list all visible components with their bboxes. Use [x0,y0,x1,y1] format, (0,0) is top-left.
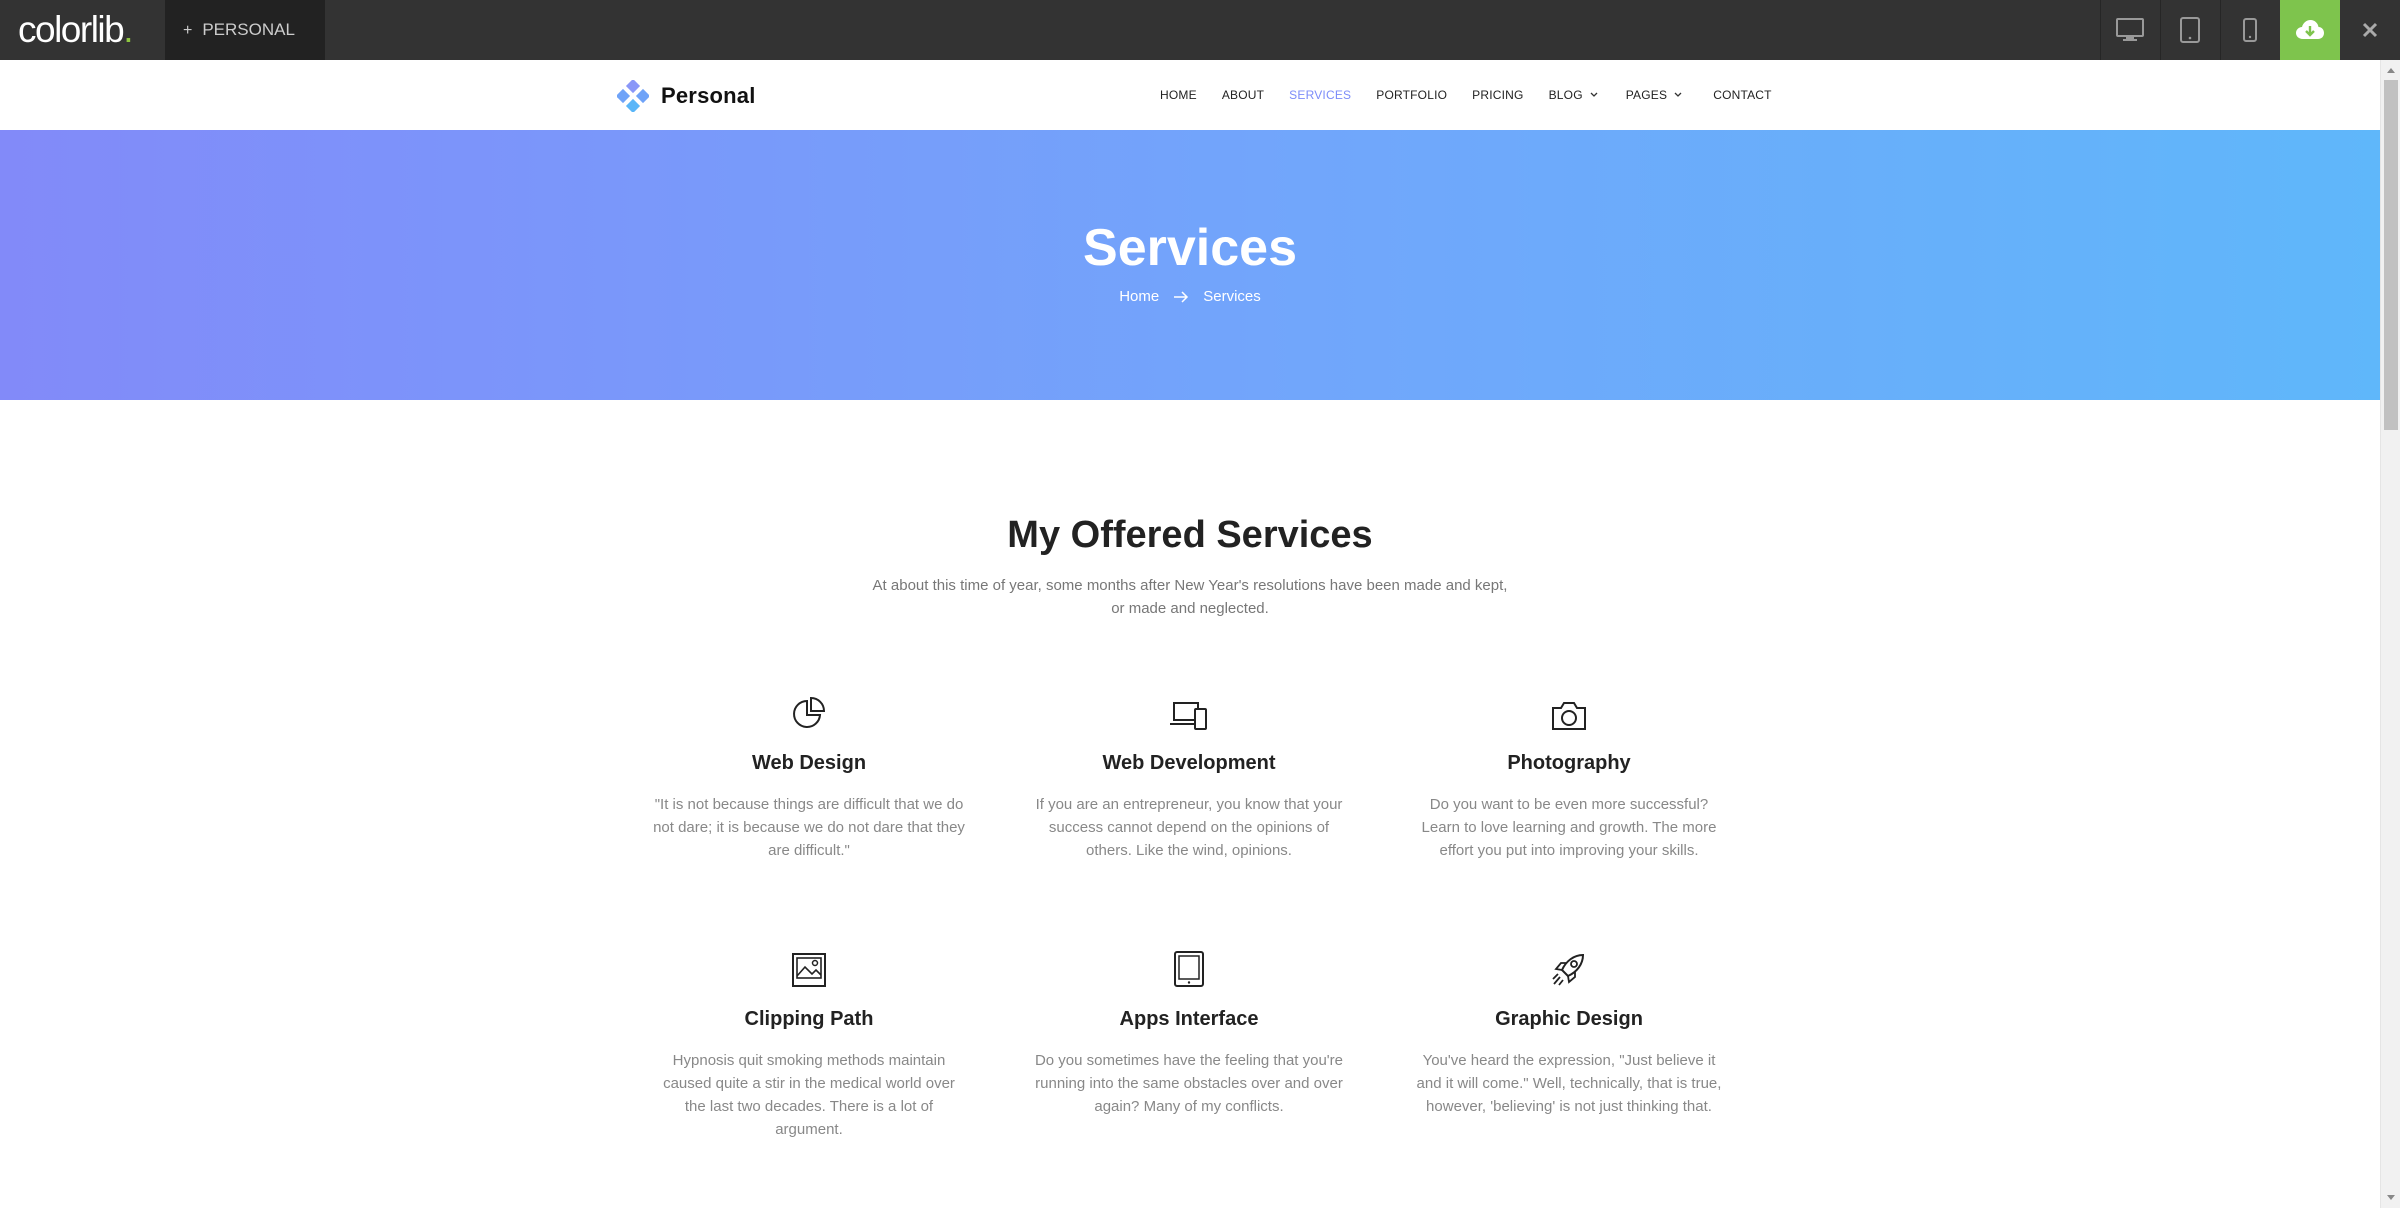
section-subtitle: At about this time of year, some months … [872,577,1508,617]
service-description: If you are an entrepreneur, you know tha… [1035,796,1343,859]
service-card: Web Development If you are an entreprene… [1029,692,1349,862]
cloud-download-icon [2296,20,2324,39]
desktop-icon [2116,18,2144,41]
service-card: Graphic Design You've heard the expressi… [1409,948,1729,1118]
service-title: Photography [1507,752,1631,774]
plus-icon: + [183,22,193,39]
nav-services[interactable]: SERVICES [1289,88,1351,102]
service-description: Hypnosis quit smoking methods maintain c… [663,1052,955,1138]
camera-icon [1409,692,1729,732]
brand[interactable]: Personal [617,80,756,112]
service-title: Web Design [751,752,867,774]
main-nav: HOME ABOUT SERVICES PORTFOLIO PRICING BL… [1160,60,1797,130]
download-button[interactable] [2280,0,2340,60]
scrollbar-thumb[interactable] [2384,80,2398,430]
chevron-down-icon [1590,92,1598,97]
service-title: Apps Interface [1119,1008,1259,1030]
theme-tab[interactable]: + PERSONAL [165,0,325,60]
page-title: Services [1083,219,1297,277]
brand-name: Personal [661,83,756,108]
service-description: Do you want to be even more successful? … [1421,796,1717,859]
nav-pages[interactable]: PAGES [1626,88,1682,102]
mobile-view-button[interactable] [2220,0,2279,60]
service-title: Graphic Design [1495,1008,1643,1030]
colorlib-logo[interactable]: colorlib. [18,8,133,52]
devices-icon [1029,692,1349,732]
arrow-right-icon [1173,290,1189,303]
page-banner: Services Home Services [0,130,2380,400]
service-card: Clipping Path Hypnosis quit smoking meth… [649,948,969,1141]
service-card: Photography Do you want to be even more … [1409,692,1729,862]
breadcrumb: Home Services [0,288,2380,305]
nav-pages-label: PAGES [1625,88,1668,102]
section-title: My Offered Services [1007,514,1373,556]
preview-toolbar: colorlib. + PERSONAL [0,0,2400,60]
service-title: Web Development [1102,752,1276,774]
nav-about[interactable]: ABOUT [1222,88,1264,102]
nav-home[interactable]: HOME [1160,88,1197,102]
rocket-icon [1409,948,1729,988]
scroll-down-arrow-icon[interactable] [2381,1188,2400,1208]
mobile-icon [2243,18,2257,42]
service-description: Do you sometimes have the feeling that y… [1034,1052,1344,1115]
service-card: Apps Interface Do you sometimes have the… [1029,948,1349,1118]
service-description: You've heard the expression, "Just belie… [1416,1052,1722,1115]
site-header: Personal HOME ABOUT SERVICES PORTFOLIO P… [0,60,2380,130]
pie-chart-icon [649,692,969,732]
tablet-icon [2180,17,2200,43]
image-icon [649,948,969,988]
chevron-down-icon [1674,92,1682,97]
nav-portfolio[interactable]: PORTFOLIO [1376,88,1447,102]
service-card: Web Design "It is not because things are… [649,692,969,862]
nav-contact[interactable]: CONTACT [1713,88,1772,102]
close-icon [2362,22,2378,38]
tablet-view-button[interactable] [2160,0,2219,60]
close-button[interactable] [2340,0,2400,60]
theme-tab-label: PERSONAL [202,20,295,39]
nav-pricing[interactable]: PRICING [1472,88,1523,102]
breadcrumb-current: Services [1203,288,1261,305]
desktop-view-button[interactable] [2100,0,2159,60]
nav-blog-label: BLOG [1548,88,1583,102]
service-description: "It is not because things are difficult … [653,796,965,859]
nav-blog[interactable]: BLOG [1549,88,1598,102]
scroll-up-arrow-icon[interactable] [2381,60,2400,80]
brand-logo-icon [617,80,649,112]
service-title: Clipping Path [744,1008,874,1030]
page-scrollbar[interactable] [2380,60,2400,1208]
breadcrumb-home[interactable]: Home [1119,288,1159,305]
tablet-icon [1029,948,1349,988]
